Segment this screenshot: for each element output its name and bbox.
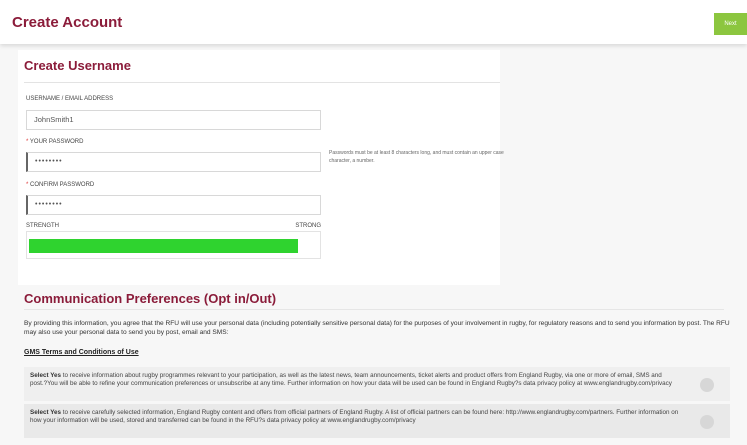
create-username-heading: Create Username: [24, 58, 131, 73]
next-button[interactable]: Next: [714, 13, 747, 35]
opt-in-radio[interactable]: [700, 415, 714, 429]
required-mark: *: [26, 139, 29, 145]
confirm-password-label: * CONFIRM PASSWORD: [26, 182, 95, 188]
strength-bar: [29, 239, 298, 253]
username-field[interactable]: JohnSmith1: [26, 110, 321, 130]
opt-in-row-partners: Select Yes to receive carefully selected…: [24, 404, 730, 438]
header-bar: Create Account Next: [0, 0, 747, 44]
gms-terms-link[interactable]: GMS Terms and Conditions of Use: [24, 349, 139, 356]
create-username-card: Create Username USERNAME / EMAIL ADDRESS…: [18, 50, 504, 285]
confirm-password-field[interactable]: ••••••••: [26, 195, 321, 215]
strength-meter: [26, 231, 321, 259]
main-content: Create Username USERNAME / EMAIL ADDRESS…: [0, 44, 747, 445]
divider: [24, 309, 724, 310]
strength-value: STRONG: [295, 223, 321, 229]
password-hint: Passwords must be at least 8 characters …: [329, 150, 504, 164]
consent-intro-text: By providing this information, you agree…: [24, 320, 730, 336]
page-title: Create Account: [12, 14, 123, 31]
opt-in-radio[interactable]: [700, 378, 714, 392]
password-field[interactable]: ••••••••: [26, 152, 321, 172]
password-label: * YOUR PASSWORD: [26, 139, 84, 145]
communication-preferences-heading: Communication Preferences (Opt in/Out): [24, 291, 277, 306]
opt-in-row-england-rugby: Select Yes to receive information about …: [24, 367, 730, 401]
required-mark: *: [26, 182, 29, 188]
opt-in-text: Select Yes to receive carefully selected…: [30, 409, 679, 424]
divider: [24, 82, 500, 83]
opt-in-text: Select Yes to receive information about …: [30, 372, 672, 387]
strength-label: STRENGTH: [26, 223, 59, 229]
username-label: USERNAME / EMAIL ADDRESS: [26, 96, 114, 102]
